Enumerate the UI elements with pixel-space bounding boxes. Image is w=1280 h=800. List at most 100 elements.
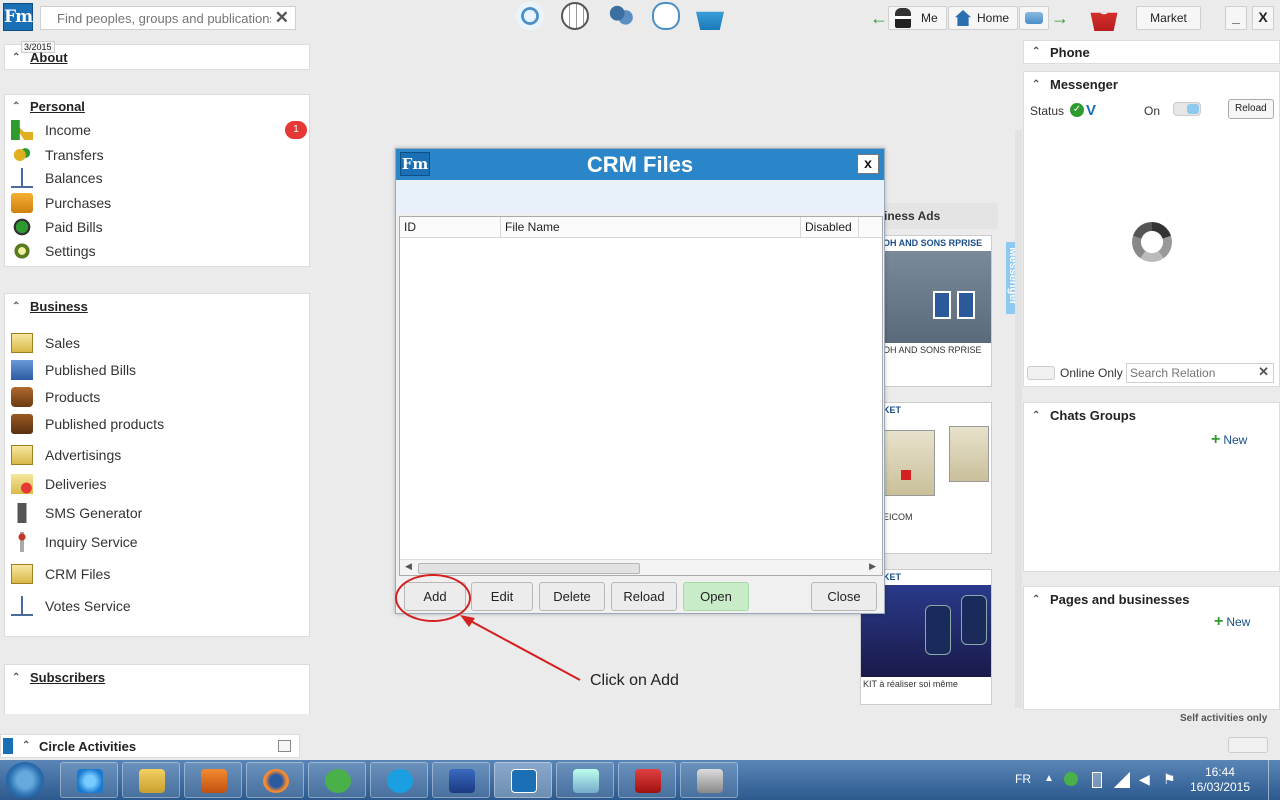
switch-button[interactable] <box>1019 6 1049 30</box>
tray-network-icon[interactable] <box>1064 772 1078 786</box>
self-activities-toggle[interactable] <box>1228 737 1268 753</box>
tray-battery-icon[interactable] <box>1092 772 1102 788</box>
tray-expand-icon[interactable]: ▲ <box>1044 773 1054 784</box>
home-button[interactable]: Home <box>948 6 1019 30</box>
clear-search-icon[interactable]: ✕ <box>275 8 289 28</box>
business-title[interactable]: Business <box>30 299 88 314</box>
global-search[interactable]: ✕ <box>40 6 296 30</box>
taskbar-fm-app[interactable] <box>494 762 552 798</box>
open-button[interactable]: Open <box>683 582 749 611</box>
close-app-button[interactable]: X <box>1252 6 1274 30</box>
personal-item-transfers[interactable]: Transfers <box>11 144 104 166</box>
personal-item-settings[interactable]: Settings <box>11 240 96 262</box>
status-v-icon[interactable]: V <box>1086 102 1096 119</box>
dialog-close-text-button[interactable]: Close <box>811 582 877 611</box>
minimize-button[interactable]: _ <box>1225 6 1247 30</box>
status-toggle[interactable] <box>1173 102 1201 116</box>
new-page-link[interactable]: + New <box>1214 613 1250 631</box>
cart-icon[interactable] <box>1090 12 1118 31</box>
subscribers-title[interactable]: Subscribers <box>30 670 105 685</box>
business-item-sms-generator[interactable]: SMS Generator <box>11 502 142 524</box>
taskbar-notes[interactable] <box>556 762 614 798</box>
column-header-id[interactable]: ID <box>400 217 501 238</box>
market-button[interactable]: Market <box>1136 6 1201 30</box>
status-ok-icon[interactable]: ✓ <box>1070 103 1084 117</box>
scroll-left-icon[interactable]: ◀ <box>405 561 412 572</box>
system-clock[interactable]: 16:44 16/03/2015 <box>1190 765 1250 795</box>
collapse-chevron-icon[interactable]: ⌃ <box>1032 410 1040 421</box>
taskbar-word[interactable] <box>432 762 490 798</box>
column-header-disabled[interactable]: Disabled <box>801 217 859 238</box>
global-search-input[interactable] <box>41 7 271 29</box>
forward-arrow-icon[interactable]: → <box>1051 8 1069 29</box>
taskbar-media[interactable] <box>184 762 242 798</box>
collapse-chevron-icon[interactable]: ⌃ <box>12 672 20 683</box>
chat-icon[interactable] <box>652 2 680 30</box>
business-item-advertisings[interactable]: Advertisings <box>11 444 121 466</box>
relation-search[interactable]: ✕ <box>1126 363 1274 383</box>
me-button[interactable]: Me <box>888 6 947 30</box>
taskbar-utorrent[interactable] <box>308 762 366 798</box>
column-header-file-name[interactable]: File Name <box>501 217 801 238</box>
collapse-chevron-icon[interactable]: ⌃ <box>1032 79 1040 90</box>
new-chat-group-link[interactable]: + New <box>1211 431 1247 449</box>
globe-icon[interactable] <box>561 2 589 30</box>
pages-title[interactable]: Pages and businesses <box>1050 592 1189 607</box>
collapse-chevron-icon[interactable]: ⌃ <box>1032 594 1040 605</box>
business-item-published-bills[interactable]: Published Bills <box>11 359 136 381</box>
taskbar-tool[interactable] <box>680 762 738 798</box>
business-item-products[interactable]: Products <box>11 386 100 408</box>
about-title[interactable]: About <box>30 50 68 65</box>
collapse-chevron-icon[interactable]: ⌃ <box>22 740 30 751</box>
grid-horizontal-scrollbar[interactable]: ◀ ▶ <box>400 559 882 575</box>
tray-volume-icon[interactable]: ◀ <box>1139 771 1150 788</box>
messenger-title[interactable]: Messenger <box>1050 77 1118 92</box>
phone-title[interactable]: Phone <box>1050 45 1090 60</box>
personal-item-purchases[interactable]: Purchases <box>11 192 111 214</box>
business-item-inquiry-service[interactable]: Inquiry Service <box>11 531 138 553</box>
window-toggle-icon[interactable] <box>278 740 291 752</box>
tray-signal-icon[interactable] <box>1114 772 1130 788</box>
online-only-toggle[interactable] <box>1027 366 1055 380</box>
business-item-votes-service[interactable]: Votes Service <box>11 595 131 617</box>
taskbar-skype[interactable] <box>370 762 428 798</box>
taskbar-pdf[interactable] <box>618 762 676 798</box>
collapse-chevron-icon[interactable]: ⌃ <box>12 52 20 63</box>
basket-icon[interactable] <box>696 11 724 30</box>
taskbar-explorer[interactable] <box>122 762 180 798</box>
circle-activities-title[interactable]: Circle Activities <box>39 739 136 754</box>
language-indicator[interactable]: FR <box>1015 772 1031 786</box>
app-logo[interactable]: Fm <box>3 3 33 31</box>
edit-button[interactable]: Edit <box>471 582 533 611</box>
business-item-published-products[interactable]: Published products <box>11 413 164 435</box>
collapse-chevron-icon[interactable]: ⌃ <box>1032 46 1040 57</box>
business-item-sales[interactable]: Sales <box>11 332 80 354</box>
tray-flag-icon[interactable]: ⚑ <box>1163 771 1176 788</box>
messenger-reload-button[interactable]: Reload <box>1228 99 1274 119</box>
show-desktop-button[interactable] <box>1268 760 1280 800</box>
delete-button[interactable]: Delete <box>539 582 605 611</box>
collapse-chevron-icon[interactable]: ⌃ <box>12 101 20 112</box>
personal-item-income[interactable]: Income <box>11 119 91 141</box>
personal-item-paid-bills[interactable]: Paid Bills <box>11 216 103 238</box>
taskbar-ie[interactable] <box>60 762 118 798</box>
personal-item-balances[interactable]: Balances <box>11 167 103 189</box>
taskbar-firefox[interactable] <box>246 762 304 798</box>
start-button-icon[interactable] <box>6 762 44 798</box>
chats-groups-title[interactable]: Chats Groups <box>1050 408 1136 423</box>
personal-title[interactable]: Personal <box>30 99 85 114</box>
center-scrollbar[interactable] <box>1015 130 1022 708</box>
money-icon[interactable] <box>516 2 544 30</box>
dialog-close-button[interactable]: x <box>857 154 879 174</box>
clear-relation-search-icon[interactable]: ✕ <box>1258 364 1269 380</box>
business-item-crm-files[interactable]: CRM Files <box>11 563 110 585</box>
scroll-thumb[interactable] <box>418 563 640 574</box>
relation-search-input[interactable] <box>1127 364 1255 382</box>
collapse-chevron-icon[interactable]: ⌃ <box>12 301 20 312</box>
reload-button[interactable]: Reload <box>611 582 677 611</box>
scroll-right-icon[interactable]: ▶ <box>869 561 876 572</box>
people-icon[interactable] <box>606 2 634 30</box>
back-arrow-icon[interactable]: ← <box>870 8 888 29</box>
business-item-deliveries[interactable]: Deliveries <box>11 473 106 495</box>
crm-files-grid[interactable]: ID File Name Disabled ◀ ▶ <box>399 216 883 576</box>
